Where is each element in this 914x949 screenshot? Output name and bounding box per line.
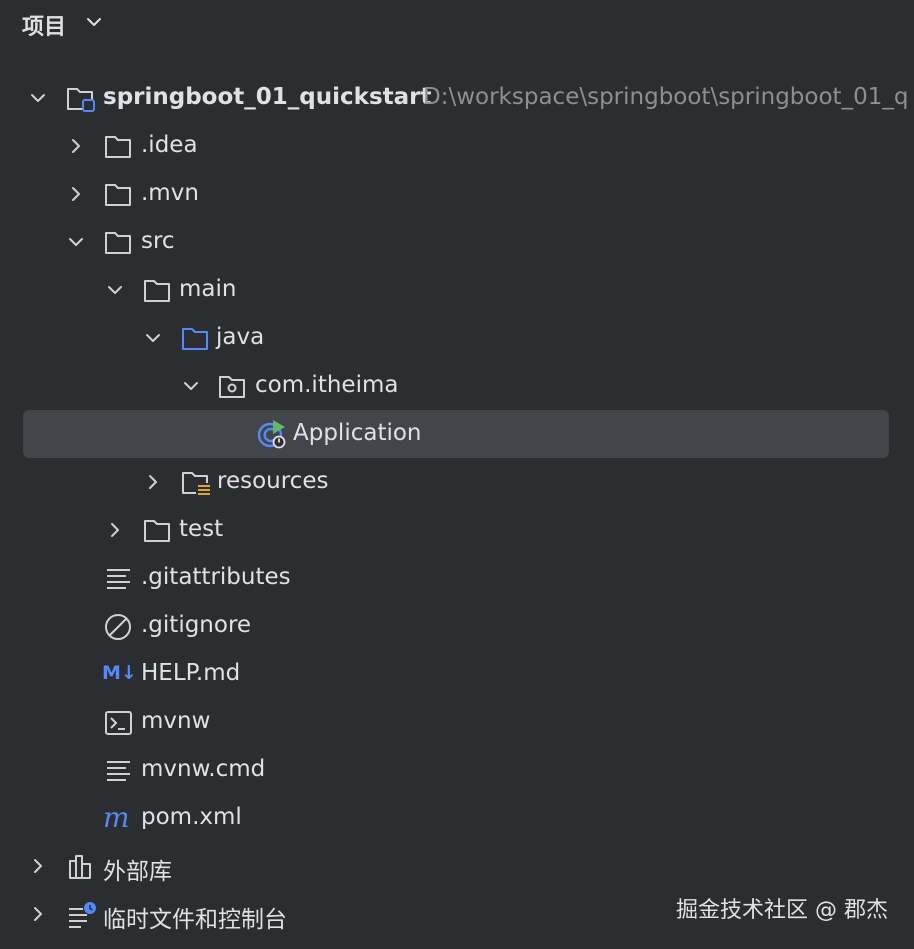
chevron-right-icon[interactable] [66, 184, 86, 204]
tree-node-label: 临时文件和控制台 [103, 907, 287, 933]
shell-script-icon [104, 709, 132, 735]
tree-node-root[interactable]: springboot_01_quickstart D:\workspace\sp… [0, 74, 914, 122]
tree-node-gitignore[interactable]: .gitignore [0, 602, 914, 650]
tree-node-label: mvnw.cmd [141, 756, 266, 782]
tree-node-label: .gitignore [141, 612, 252, 638]
text-file-icon [104, 565, 132, 591]
chevron-right-icon[interactable] [28, 904, 48, 924]
tree-node-label: HELP.md [141, 660, 241, 686]
tree-node-pom-xml[interactable]: m pom.xml [0, 794, 914, 842]
module-folder-icon [66, 85, 95, 112]
tree-node-main[interactable]: main [0, 266, 914, 314]
scratches-icon [67, 901, 96, 928]
tree-node-label: pom.xml [141, 804, 242, 830]
tree-node-label: src [141, 228, 175, 254]
ignore-file-icon [104, 613, 132, 640]
tree-node-resources[interactable]: resources [0, 458, 914, 506]
project-panel-header: 项目 [0, 0, 914, 48]
chevron-down-icon[interactable] [84, 12, 104, 32]
chevron-down-icon[interactable] [105, 280, 125, 300]
tree-node-gitattributes[interactable]: .gitattributes [0, 554, 914, 602]
text-file-icon [104, 757, 132, 783]
chevron-down-icon[interactable] [28, 88, 48, 108]
tree-node-package[interactable]: com.itheima [0, 362, 914, 410]
source-folder-icon [181, 325, 209, 351]
tree-node-label: test [179, 516, 224, 542]
folder-icon [104, 229, 132, 255]
panel-title: 项目 [22, 15, 67, 40]
tree-node-mvnw[interactable]: mvnw [0, 698, 914, 746]
maven-icon: m [102, 805, 130, 833]
watermark: 掘金技术社区 @ 郡杰 [676, 898, 888, 923]
tree-node-src[interactable]: src [0, 218, 914, 266]
tree-node-label: .mvn [141, 180, 199, 206]
tree-node-label: com.itheima [255, 372, 399, 398]
tree-node-external-libraries[interactable]: 外部库 [0, 842, 914, 890]
tree-node-label: mvnw [141, 708, 211, 734]
package-icon [218, 373, 246, 399]
resources-folder-icon [181, 469, 211, 496]
tree-node-label: main [179, 276, 237, 302]
folder-icon [104, 181, 132, 207]
tree-node-java[interactable]: java [0, 314, 914, 362]
folder-icon [104, 133, 132, 159]
tree-node-label: resources [217, 468, 329, 494]
chevron-down-icon[interactable] [143, 328, 163, 348]
chevron-right-icon[interactable] [66, 136, 86, 156]
tree-node-label: 外部库 [103, 859, 172, 885]
chevron-right-icon[interactable] [28, 856, 48, 876]
tree-node-mvnw-cmd[interactable]: mvnw.cmd [0, 746, 914, 794]
tree-node-label: springboot_01_quickstart [103, 84, 432, 110]
module-path: D:\workspace\springboot\springboot_01_q [423, 84, 909, 110]
tree-node-label: java [216, 324, 265, 350]
tree-node-test[interactable]: test [0, 506, 914, 554]
folder-icon [143, 277, 171, 303]
library-icon [67, 853, 95, 879]
tree-node-label: Application [293, 420, 422, 446]
tree-node-application[interactable]: Application [0, 410, 914, 458]
folder-icon [143, 517, 171, 543]
tree-node-help-md[interactable]: M↓ HELP.md [0, 650, 914, 698]
chevron-right-icon[interactable] [105, 520, 125, 540]
chevron-right-icon[interactable] [143, 472, 163, 492]
svg-text:m: m [103, 805, 130, 833]
tree-node-mvn[interactable]: .mvn [0, 170, 914, 218]
chevron-down-icon[interactable] [66, 232, 86, 252]
chevron-down-icon[interactable] [181, 376, 201, 396]
tree-node-idea[interactable]: .idea [0, 122, 914, 170]
tree-node-label: .idea [141, 132, 198, 158]
tree-node-label: .gitattributes [141, 564, 291, 590]
markdown-icon: M↓ [102, 662, 137, 684]
spring-boot-application-icon [256, 419, 286, 449]
